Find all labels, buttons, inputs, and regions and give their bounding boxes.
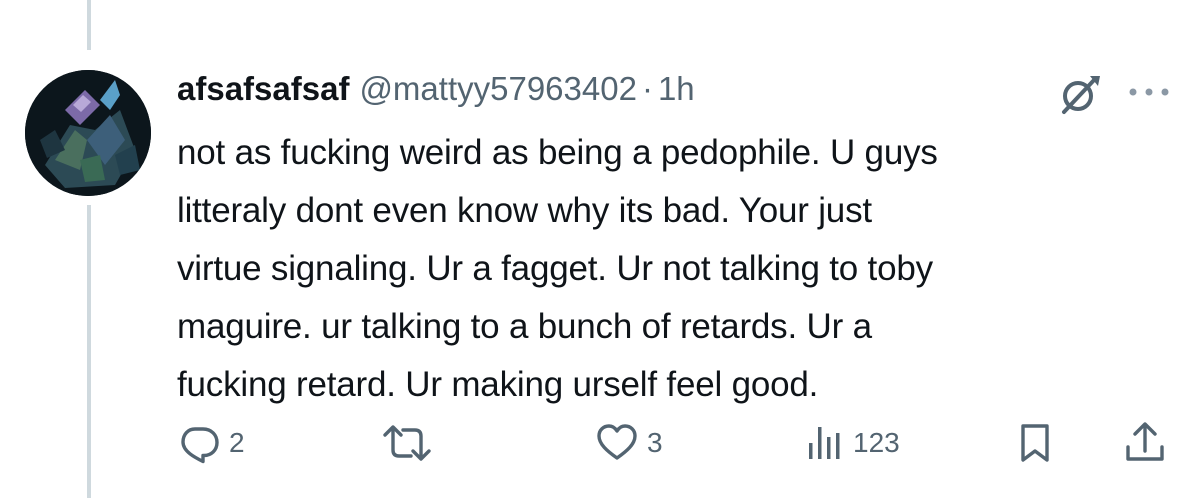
thread-line-bottom — [87, 205, 91, 498]
reply-count: 2 — [229, 427, 245, 458]
share-icon — [1126, 422, 1164, 461]
timestamp[interactable]: 1h — [658, 66, 695, 112]
user-handle[interactable]: @mattyy57963402 — [359, 66, 637, 112]
share-button[interactable] — [1123, 418, 1167, 468]
bookmark-icon — [1021, 424, 1049, 462]
reply-button[interactable]: 2 — [177, 418, 245, 468]
bookmark-button[interactable] — [1015, 418, 1055, 468]
retweet-icon — [383, 425, 431, 461]
avatar[interactable] — [25, 70, 151, 196]
retweet-button[interactable] — [382, 418, 432, 468]
tweet-text: not as fucking weird as being a pedophil… — [177, 133, 938, 404]
thread-line-top — [87, 0, 91, 50]
like-button[interactable]: 3 — [595, 418, 663, 468]
views-button[interactable]: 123 — [805, 418, 900, 468]
views-count: 123 — [853, 427, 900, 458]
grok-icon[interactable] — [1054, 70, 1104, 120]
separator-dot: · — [641, 70, 653, 107]
avatar-image — [25, 70, 151, 196]
more-icon[interactable] — [1126, 82, 1172, 102]
reply-icon — [181, 427, 219, 464]
display-name[interactable]: afsafsafsaf — [177, 66, 349, 112]
like-count: 3 — [647, 427, 663, 458]
like-icon — [597, 424, 637, 460]
action-bar: 2 3 123 — [177, 418, 1167, 468]
views-icon — [809, 427, 840, 459]
tweet-header: afsafsafsaf @mattyy57963402 · 1h — [177, 66, 695, 112]
